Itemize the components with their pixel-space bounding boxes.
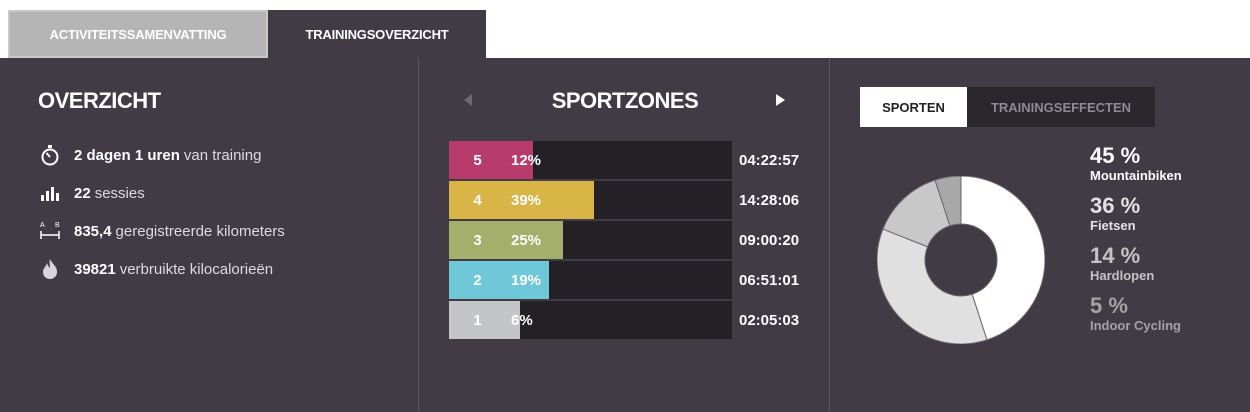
svg-text:B: B <box>55 222 60 229</box>
sportzone-row: 4 39% <box>449 181 732 219</box>
legend-percent: 14 % <box>1090 243 1141 268</box>
sportzone-number: 3 <box>449 221 506 259</box>
overview-title: OVERZICHT <box>38 88 161 113</box>
legend-percent: 5 % <box>1090 293 1128 318</box>
column-divider <box>829 58 830 412</box>
sessions-label: sessies <box>94 184 145 202</box>
sportzone-percent: 19% <box>511 271 542 289</box>
sports-donut-chart <box>877 176 1045 344</box>
distance-label: geregistreerde kilometers <box>115 222 285 240</box>
legend-item: 36 % Fietsen <box>1090 194 1140 234</box>
sportzone-row: 2 19% <box>449 261 732 299</box>
tab-activity-summary[interactable]: ACTIVITEITSSAMENVATTING <box>8 10 268 58</box>
legend-label: Indoor Cycling <box>1090 318 1181 333</box>
sportzone-time: 02:05:03 <box>739 311 800 329</box>
calories-value: 39821 <box>74 260 116 278</box>
sportzone-time: 14:28:06 <box>739 191 800 209</box>
sportzone-number: 4 <box>449 181 506 219</box>
legend-percent: 36 % <box>1090 193 1141 218</box>
tab-training-effects[interactable]: TRAININGSEFFECTEN <box>967 87 1155 127</box>
bar-chart-icon <box>38 182 62 204</box>
training-time-value: 2 dagen 1 uren <box>74 146 180 164</box>
sportzone-row: 3 25% <box>449 221 732 259</box>
distance-value: 835,4 <box>74 222 112 240</box>
sportzone-percent: 39% <box>511 191 542 209</box>
legend-label: Fietsen <box>1090 218 1136 233</box>
legend-label: Hardlopen <box>1090 268 1155 283</box>
sportzone-percent: 6% <box>511 311 533 329</box>
legend-item: 5 % Indoor Cycling <box>1090 294 1181 334</box>
svg-text:A: A <box>40 222 45 229</box>
sportzone-time: 04:22:57 <box>739 151 800 169</box>
legend-percent: 45 % <box>1090 143 1141 168</box>
sportzone-number: 1 <box>449 301 506 339</box>
sportzone-number: 2 <box>449 261 506 299</box>
legend-item: 45 % Mountainbiken <box>1090 144 1182 184</box>
sportzone-percent: 25% <box>511 231 542 249</box>
sportzone-time: 09:00:20 <box>739 231 800 249</box>
legend-item: 14 % Hardlopen <box>1090 244 1154 284</box>
sportzone-row: 1 6% <box>449 301 732 339</box>
next-arrow-icon[interactable] <box>776 94 785 106</box>
distance-icon: A B <box>38 220 62 242</box>
overview-row-distance: A B 835,4 geregistreerde kilometers <box>38 220 285 242</box>
tab-sports[interactable]: SPORTEN <box>860 87 967 127</box>
sessions-value: 22 <box>74 184 91 202</box>
flame-icon <box>38 258 62 280</box>
overview-row-sessions: 22 sessies <box>38 182 145 204</box>
training-time-label: van training <box>183 146 262 164</box>
column-divider <box>418 58 419 412</box>
sportzones-title: SPORTZONES <box>551 88 699 113</box>
stopwatch-icon <box>38 144 62 166</box>
calories-label: verbruikte kilocalorieën <box>119 260 274 278</box>
overview-row-training-time: 2 dagen 1 uren van training <box>38 144 261 166</box>
tab-bar: ACTIVITEITSSAMENVATTING TRAININGSOVERZIC… <box>0 0 1250 58</box>
tab-training-overview[interactable]: TRAININGSOVERZICHT <box>268 10 486 58</box>
training-overview-panel: OVERZICHT 2 dagen 1 uren van training 22… <box>0 58 1250 412</box>
sportzone-time: 06:51:01 <box>739 271 800 289</box>
overview-row-calories: 39821 verbruikte kilocalorieën <box>38 258 273 280</box>
legend-label: Mountainbiken <box>1090 168 1182 183</box>
donut-slice <box>877 228 988 344</box>
sportzone-number: 5 <box>449 141 506 179</box>
sportzone-row: 5 12% <box>449 141 732 179</box>
previous-arrow-icon[interactable] <box>464 94 472 106</box>
sportzone-percent: 12% <box>511 151 542 169</box>
